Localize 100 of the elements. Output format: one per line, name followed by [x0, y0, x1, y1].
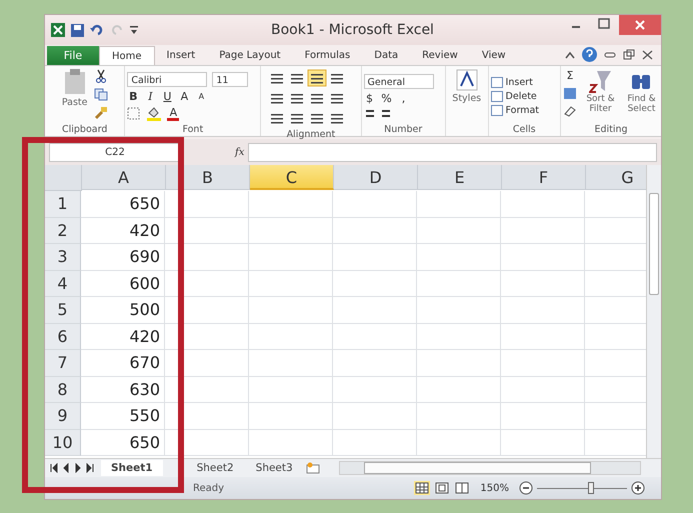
zoom-level: 150% — [480, 482, 509, 494]
customize-icon[interactable] — [130, 25, 138, 35]
zoom-slider[interactable] — [588, 482, 594, 494]
window-title: Book1 - Microsoft Excel — [271, 22, 435, 38]
row-header[interactable]: 6 — [45, 324, 81, 350]
fill-icon[interactable] — [562, 87, 577, 100]
page-layout-icon[interactable] — [434, 481, 450, 495]
ribbon-collapse-icon[interactable] — [565, 50, 575, 58]
cells-button[interactable]: Delete — [490, 91, 537, 102]
row-header[interactable]: 9 — [45, 403, 81, 430]
shrink-font-button[interactable]: A — [195, 92, 208, 101]
scissors-icon[interactable] — [94, 69, 107, 83]
column-header[interactable]: E — [418, 165, 502, 190]
currency-button[interactable]: $ — [364, 92, 376, 104]
grow-font-button[interactable]: A — [178, 90, 190, 103]
number-format-field[interactable]: General — [364, 74, 434, 88]
autosum-button[interactable]: Σ — [564, 69, 576, 82]
row-header[interactable]: 8 — [45, 376, 81, 403]
zoom-in-icon[interactable] — [631, 481, 645, 495]
group-label: Clipboard — [60, 124, 108, 136]
row-header[interactable]: 2 — [45, 218, 81, 244]
group-label: Cells — [512, 124, 537, 136]
excel-logo-icon[interactable] — [51, 23, 65, 37]
ribbon-tab[interactable]: Review — [410, 46, 470, 65]
ribbon-tab[interactable]: View — [470, 46, 518, 65]
close-icon[interactable] — [642, 50, 653, 60]
row-header[interactable]: 1 — [45, 191, 81, 218]
row-header[interactable]: 7 — [45, 350, 81, 376]
ribbon-tab[interactable]: Formulas — [292, 46, 362, 65]
brush-icon[interactable] — [94, 106, 108, 120]
comma-button[interactable]: , — [398, 92, 410, 104]
horizontal-scrollbar[interactable] — [338, 461, 641, 475]
ribbon-tab[interactable]: Home — [99, 46, 155, 65]
row-header[interactable]: 4 — [45, 270, 81, 297]
table-cell: 690 — [81, 244, 165, 270]
file-tab[interactable]: File — [47, 46, 99, 65]
redo-icon — [110, 24, 124, 36]
grid-icon — [490, 91, 503, 102]
sheet-tab[interactable]: Sheet2 — [186, 460, 244, 476]
column-header[interactable]: A — [82, 165, 166, 190]
undo-icon[interactable] — [90, 24, 104, 36]
group-label: Font — [181, 124, 204, 136]
formula-field[interactable] — [248, 142, 657, 162]
column-header[interactable]: G — [586, 165, 646, 190]
funnel-icon — [589, 69, 612, 93]
minimize-icon[interactable] — [604, 50, 616, 60]
find-select-button[interactable]: Find & Select — [624, 69, 659, 115]
row-header[interactable]: 3 — [45, 244, 81, 270]
table-cell: 650 — [81, 430, 165, 456]
row-header[interactable]: 10 — [45, 430, 81, 456]
table-cell: 420 — [81, 218, 165, 244]
fx-label[interactable]: fx — [235, 146, 244, 158]
sort-filter-button[interactable]: Sort & Filter — [582, 69, 618, 115]
paste-button[interactable]: Paste — [62, 69, 88, 108]
grid-icon — [490, 77, 503, 88]
zoom-out-icon[interactable] — [519, 481, 533, 495]
normal-view-icon[interactable] — [414, 481, 430, 495]
save-icon[interactable] — [71, 24, 84, 36]
percent-button[interactable]: % — [380, 92, 393, 104]
group-label: Editing — [593, 124, 629, 136]
styles-button[interactable]: Styles — [452, 69, 482, 104]
restore-icon[interactable] — [623, 49, 635, 60]
close-icon[interactable] — [619, 15, 661, 35]
ribbon-tab[interactable]: Page Layout — [207, 46, 293, 65]
font-family-field[interactable]: Calibri — [127, 72, 208, 87]
group-label: Number — [383, 124, 424, 136]
table-cell: 420 — [81, 324, 165, 350]
sheet-tab[interactable]: Sheet1 — [101, 460, 163, 476]
copy-icon[interactable] — [94, 88, 108, 101]
ribbon-tab[interactable]: Insert — [154, 46, 208, 65]
table-cell: 670 — [81, 350, 165, 376]
table-cell: 630 — [81, 376, 165, 403]
bold-button[interactable]: B — [127, 90, 140, 103]
group-label: Alignment — [286, 129, 336, 141]
vertical-scrollbar[interactable] — [646, 165, 661, 458]
column-header[interactable]: B — [166, 165, 250, 190]
italic-button[interactable]: I — [144, 90, 156, 103]
table-cell: 650 — [81, 191, 165, 218]
ribbon-tab[interactable]: Data — [362, 46, 410, 65]
status-text: Ready — [193, 482, 224, 494]
underline-button[interactable]: U — [161, 90, 174, 103]
borders-icon[interactable] — [127, 107, 142, 120]
eraser-icon[interactable] — [562, 105, 577, 117]
cells-button[interactable]: Insert — [490, 77, 533, 88]
row-header[interactable]: 5 — [45, 297, 81, 324]
help-icon[interactable] — [582, 47, 597, 62]
new-sheet-icon[interactable] — [304, 462, 321, 474]
page-break-icon[interactable] — [454, 481, 470, 495]
fill-color-icon[interactable] — [146, 106, 162, 121]
column-header[interactable]: F — [502, 165, 586, 190]
cells-button[interactable]: Format — [490, 105, 540, 116]
column-header[interactable]: D — [334, 165, 418, 190]
table-cell: 600 — [81, 270, 165, 297]
grid-icon — [490, 105, 503, 116]
table-cell: 500 — [81, 297, 165, 324]
column-header[interactable]: C — [250, 165, 334, 190]
name-box[interactable]: C22 — [49, 142, 181, 162]
font-color-button[interactable]: A — [167, 106, 180, 120]
sheet-tab[interactable]: Sheet3 — [246, 460, 303, 476]
font-size-field[interactable]: 11 — [212, 72, 248, 87]
